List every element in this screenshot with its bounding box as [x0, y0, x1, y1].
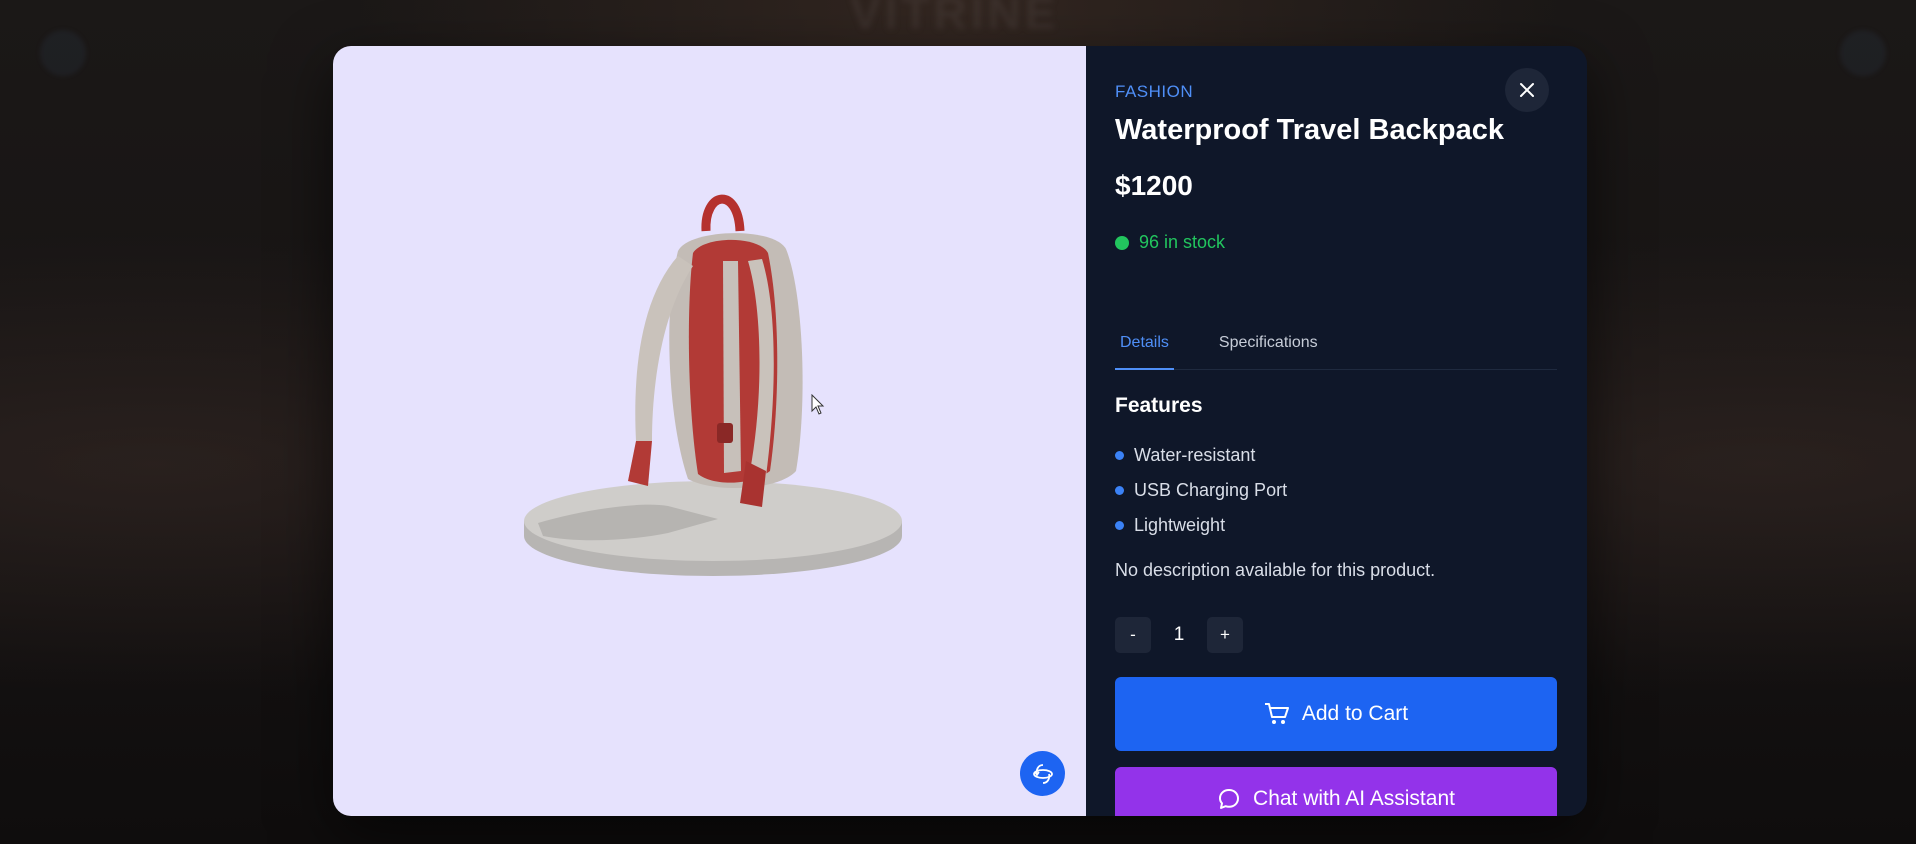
backdrop-blur-dot: [40, 30, 86, 76]
mouse-cursor-icon: [811, 394, 825, 415]
rotate-view-button[interactable]: [1020, 751, 1065, 796]
product-details-panel: FASHION Waterproof Travel Backpack $1200…: [1086, 46, 1587, 816]
chat-bubble-icon: [1219, 789, 1240, 809]
backdrop-title: VITRINE: [850, 0, 1060, 39]
quantity-stepper: - 1 +: [1115, 617, 1243, 653]
bullet-icon: [1115, 521, 1124, 530]
close-button[interactable]: [1505, 68, 1549, 112]
rotate-3d-icon: [1032, 763, 1053, 784]
cart-icon: [1264, 703, 1289, 724]
add-to-cart-button[interactable]: Add to Cart: [1115, 677, 1557, 751]
backdrop-blur-dot: [1840, 30, 1886, 76]
close-icon: [1520, 83, 1534, 97]
chat-assistant-button[interactable]: Chat with AI Assistant: [1115, 767, 1557, 816]
stock-indicator-dot: [1115, 235, 1129, 250]
product-price: $1200: [1115, 170, 1193, 201]
features-list: Water-resistant USB Charging Port Lightw…: [1115, 438, 1287, 543]
stock-status: 96 in stock: [1115, 232, 1225, 253]
feature-text: USB Charging Port: [1134, 480, 1288, 500]
tab-specifications[interactable]: Specifications: [1214, 330, 1323, 370]
bullet-icon: [1115, 451, 1124, 460]
chat-assistant-label: Chat with AI Assistant: [1253, 787, 1455, 810]
product-tabs: Details Specifications: [1115, 330, 1557, 370]
product-description: No description available for this produc…: [1115, 560, 1436, 580]
feature-item: Water-resistant: [1115, 438, 1287, 473]
decrement-button[interactable]: -: [1115, 617, 1151, 653]
product-category: FASHION: [1115, 82, 1194, 101]
feature-text: Lightweight: [1134, 515, 1226, 535]
quantity-value: 1: [1173, 624, 1185, 645]
product-modal: FASHION Waterproof Travel Backpack $1200…: [333, 46, 1587, 816]
increment-button[interactable]: +: [1207, 617, 1243, 653]
backpack-3d-model[interactable]: [518, 141, 908, 601]
model-viewer[interactable]: [333, 46, 1086, 816]
stock-text: 96 in stock: [1139, 232, 1226, 252]
tab-details[interactable]: Details: [1115, 330, 1174, 370]
product-title: Waterproof Travel Backpack: [1115, 114, 1504, 146]
feature-item: Lightweight: [1115, 508, 1287, 543]
feature-text: Water-resistant: [1134, 445, 1256, 465]
add-to-cart-label: Add to Cart: [1301, 702, 1409, 725]
features-heading: Features: [1115, 394, 1203, 417]
bullet-icon: [1115, 486, 1124, 495]
feature-item: USB Charging Port: [1115, 473, 1287, 508]
